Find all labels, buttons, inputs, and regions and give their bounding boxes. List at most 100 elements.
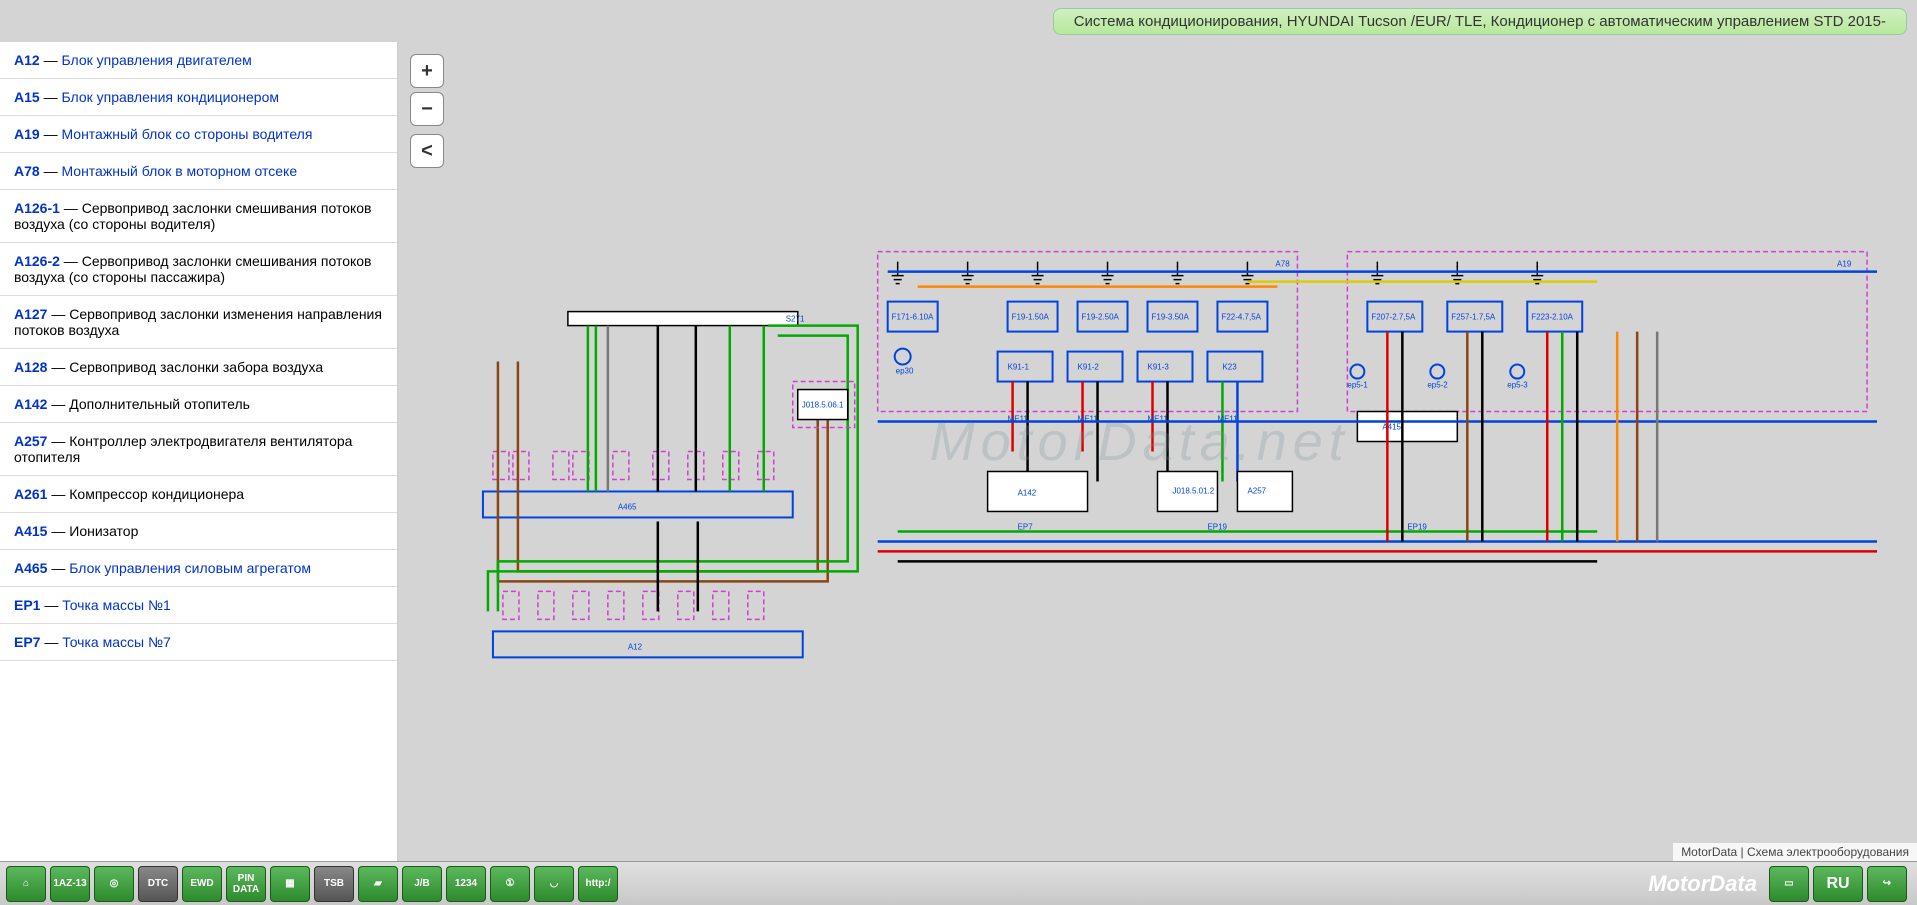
list-item[interactable]: A142 — Дополнительный отопитель (0, 386, 397, 423)
svg-text:K91-2: K91-2 (1078, 363, 1100, 372)
component-desc: Точка массы №1 (62, 597, 171, 613)
component-desc: Сервопривод заслонки забора воздуха (69, 359, 323, 375)
list-item[interactable]: A465 — Блок управления силовым агрегатом (0, 550, 397, 587)
svg-text:F19-3.50A: F19-3.50A (1152, 313, 1190, 322)
ecu-button[interactable]: ▦ (270, 866, 310, 902)
zoom-in-button[interactable]: + (410, 54, 444, 88)
ewd-button[interactable]: EWD (182, 866, 222, 902)
list-item[interactable]: A127 — Сервопривод заслонки изменения на… (0, 296, 397, 349)
list-item[interactable]: A128 — Сервопривод заслонки забора возду… (0, 349, 397, 386)
component-list[interactable]: A12 — Блок управления двигателемA15 — Бл… (0, 42, 398, 861)
home-button[interactable]: ⌂ (6, 866, 46, 902)
svg-text:ep5-1: ep5-1 (1347, 381, 1368, 390)
svg-text:F257-1.7,5A: F257-1.7,5A (1451, 313, 1496, 322)
list-item[interactable]: A126-2 — Сервопривод заслонки смешивания… (0, 243, 397, 296)
svg-text:A78: A78 (1275, 260, 1290, 269)
component-desc: Сервопривод заслонки изменения направлен… (14, 306, 382, 338)
help-button[interactable]: ▭ (1769, 866, 1809, 902)
component-desc: Компрессор кондиционера (69, 486, 244, 502)
svg-text:K91-3: K91-3 (1148, 363, 1170, 372)
wiring-diagram-svg: S271 A465 (398, 42, 1917, 861)
back-button[interactable]: < (410, 134, 444, 168)
component-desc: Точка массы №7 (62, 634, 171, 650)
component-desc: Монтажный блок со стороны водителя (61, 126, 312, 142)
component-code: A12 (14, 52, 40, 68)
component-code: A15 (14, 89, 40, 105)
dtc-button[interactable]: DTC (138, 866, 178, 902)
component-code: A19 (14, 126, 40, 142)
svg-text:ME11: ME11 (1008, 415, 1029, 424)
svg-text:F207-2.7,5A: F207-2.7,5A (1371, 313, 1416, 322)
component-code: A78 (14, 163, 40, 179)
svg-text:ep5-2: ep5-2 (1427, 381, 1448, 390)
component-desc: Контроллер электродвигателя вентилятора … (14, 433, 352, 465)
component-desc: Блок управления двигателем (61, 52, 251, 68)
svg-text:EP19: EP19 (1207, 522, 1227, 531)
svg-text:J018.5.06.1: J018.5.06.1 (802, 401, 844, 410)
oil-button[interactable]: ◡ (534, 866, 574, 902)
component-desc: Дополнительный отопитель (69, 396, 250, 412)
list-item[interactable]: A415 — Ионизатор (0, 513, 397, 550)
svg-text:F19-2.50A: F19-2.50A (1082, 313, 1120, 322)
svg-text:K23: K23 (1222, 363, 1237, 372)
component-desc: Ионизатор (69, 523, 138, 539)
engine-button[interactable]: 1AZ-13 (50, 866, 90, 902)
svg-text:EP7: EP7 (1018, 522, 1034, 531)
list-item[interactable]: A15 — Блок управления кондиционером (0, 79, 397, 116)
bottom-toolbar: ⌂ 1AZ-13 ◎ DTC EWD PIN DATA ▦ TSB ▰ J/B … (0, 861, 1917, 905)
brake-button[interactable]: ◎ (94, 866, 134, 902)
language-button[interactable]: RU (1813, 866, 1863, 902)
svg-text:A19: A19 (1837, 260, 1852, 269)
diagram-canvas[interactable]: + − < S271 A465 (398, 42, 1917, 861)
svg-text:S271: S271 (786, 315, 805, 324)
tsb-button[interactable]: TSB (314, 866, 354, 902)
svg-text:F223-2.10A: F223-2.10A (1531, 313, 1573, 322)
diagram-footer-label: MotorData | Схема электрооборудования (1673, 843, 1917, 861)
component-code: A128 (14, 359, 47, 375)
list-item[interactable]: EP1 — Точка массы №1 (0, 587, 397, 624)
svg-text:A415: A415 (1382, 423, 1401, 432)
warning-button[interactable]: ① (490, 866, 530, 902)
svg-text:A257: A257 (1247, 486, 1266, 495)
component-code: A126-1 (14, 200, 60, 216)
component-code: EP7 (14, 634, 40, 650)
header-bar: Система кондиционирования, HYUNDAI Tucso… (0, 0, 1917, 42)
component-code: EP1 (14, 597, 40, 613)
component-code: A142 (14, 396, 47, 412)
svg-text:ME11: ME11 (1217, 415, 1238, 424)
pin-data-button[interactable]: PIN DATA (226, 866, 266, 902)
list-item[interactable]: EP7 — Точка массы №7 (0, 624, 397, 661)
page-title: Система кондиционирования, HYUNDAI Tucso… (1053, 8, 1907, 35)
brand-label: MotorData (1648, 871, 1757, 897)
grid-button[interactable]: 1234 (446, 866, 486, 902)
component-code: A126-2 (14, 253, 60, 269)
list-item[interactable]: A261 — Компрессор кондиционера (0, 476, 397, 513)
svg-text:F22-4.7,5A: F22-4.7,5A (1221, 313, 1261, 322)
svg-text:A142: A142 (1018, 488, 1037, 497)
svg-text:ep30: ep30 (896, 367, 914, 376)
list-item[interactable]: A12 — Блок управления двигателем (0, 42, 397, 79)
svg-text:EP19: EP19 (1407, 522, 1427, 531)
component-code: A127 (14, 306, 47, 322)
component-code: A257 (14, 433, 47, 449)
exit-button[interactable]: ↪ (1867, 866, 1907, 902)
list-item[interactable]: A257 — Контроллер электродвигателя венти… (0, 423, 397, 476)
list-item[interactable]: A126-1 — Сервопривод заслонки смешивания… (0, 190, 397, 243)
junction-box-button[interactable]: J/B (402, 866, 442, 902)
list-item[interactable]: A78 — Монтажный блок в моторном отсеке (0, 153, 397, 190)
component-desc: Блок управления кондиционером (61, 89, 279, 105)
svg-text:ME11: ME11 (1078, 415, 1099, 424)
svg-text:J018.5.01.2: J018.5.01.2 (1172, 486, 1214, 495)
component-desc: Сервопривод заслонки смешивания потоков … (14, 253, 372, 285)
component-desc: Блок управления силовым агрегатом (69, 560, 311, 576)
list-item[interactable]: A19 — Монтажный блок со стороны водителя (0, 116, 397, 153)
component-desc: Монтажный блок в моторном отсеке (61, 163, 297, 179)
svg-text:A465: A465 (618, 502, 637, 511)
zoom-out-button[interactable]: − (410, 92, 444, 126)
svg-text:ME11: ME11 (1148, 415, 1169, 424)
svg-text:F19-1.50A: F19-1.50A (1012, 313, 1050, 322)
car-location-button[interactable]: ▰ (358, 866, 398, 902)
http-button[interactable]: http:/ (578, 866, 618, 902)
component-desc: Сервопривод заслонки смешивания потоков … (14, 200, 372, 232)
svg-text:F171-6.10A: F171-6.10A (892, 313, 934, 322)
